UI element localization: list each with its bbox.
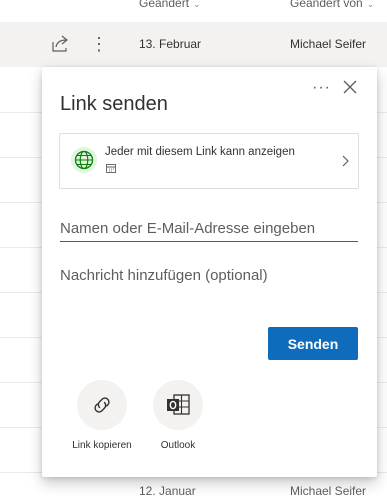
outlook-icon xyxy=(167,394,190,415)
message-input[interactable] xyxy=(60,262,358,288)
send-link-dialog: Link senden ··· Jeder mit diesem Link ka… xyxy=(42,67,377,477)
copy-link-option[interactable]: Link kopieren xyxy=(67,380,137,460)
outlook-button[interactable] xyxy=(153,380,203,430)
row-modified-date: 12. Januar xyxy=(139,484,196,498)
row-modified-by: Michael Seifer xyxy=(290,484,367,498)
recipient-input[interactable] xyxy=(60,215,358,242)
dialog-title: Link senden xyxy=(60,93,168,115)
permission-text: Jeder mit diesem Link kann anzeigen xyxy=(105,146,295,158)
link-icon xyxy=(94,397,110,413)
close-icon[interactable] xyxy=(342,79,358,95)
more-options-icon[interactable]: ··· xyxy=(312,79,331,97)
column-header-modified-by[interactable]: Geändert von ⌄ xyxy=(290,0,374,10)
more-options-icon[interactable]: ⋮ xyxy=(90,34,108,54)
outlook-label: Outlook xyxy=(160,440,196,451)
list-header: Geändert ⌄ Geändert von ⌄ xyxy=(0,0,387,20)
column-header-modified[interactable]: Geändert ⌄ xyxy=(139,0,201,10)
chevron-down-icon: ⌄ xyxy=(193,0,201,9)
link-permission-button[interactable]: Jeder mit diesem Link kann anzeigen xyxy=(59,133,359,189)
copy-link-button[interactable] xyxy=(77,380,127,430)
calendar-icon xyxy=(106,164,116,173)
send-button[interactable]: Senden xyxy=(268,327,358,360)
row-modified-date: 13. Februar xyxy=(139,37,202,51)
outlook-option[interactable]: Outlook xyxy=(143,380,213,460)
globe-icon xyxy=(71,147,97,173)
share-icon[interactable] xyxy=(50,34,70,54)
chevron-down-icon: ⌄ xyxy=(366,0,375,9)
row-modified-by: Michael Seifer xyxy=(290,37,367,51)
chevron-right-icon xyxy=(342,155,349,167)
